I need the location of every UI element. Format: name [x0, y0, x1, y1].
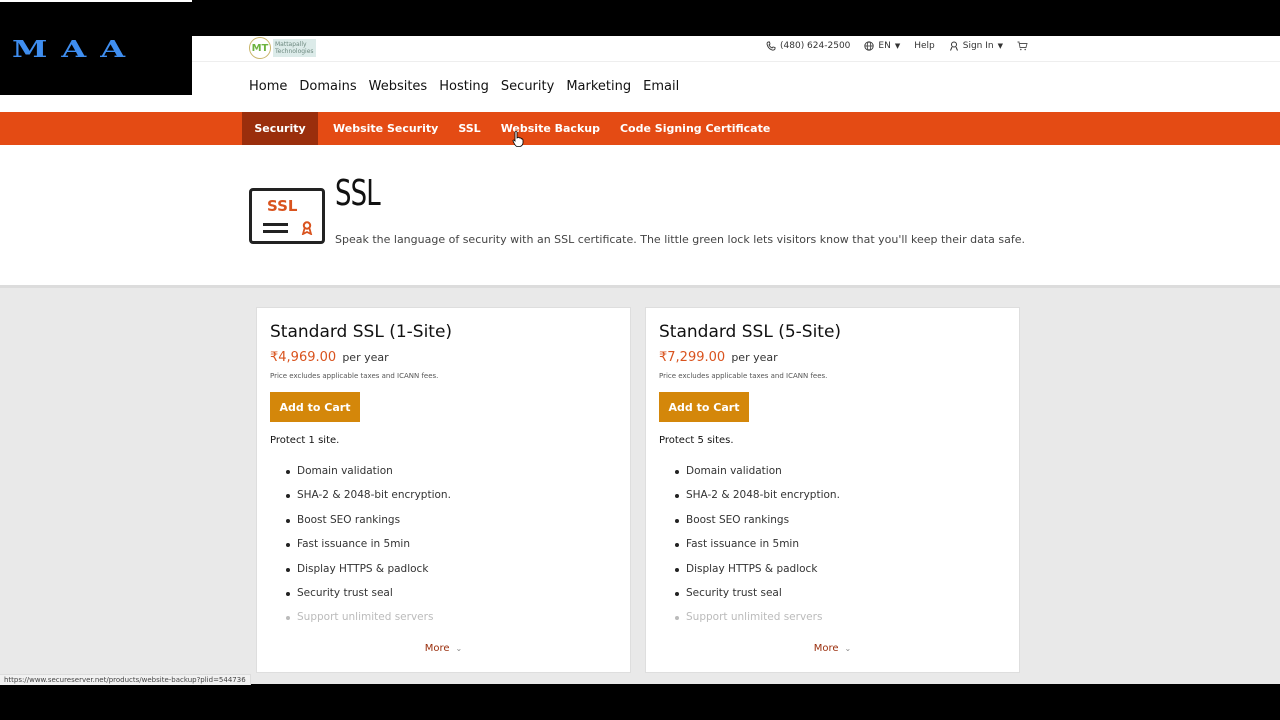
feature-item: Boost SEO rankings	[286, 514, 451, 538]
price-note: Price excludes applicable taxes and ICAN…	[270, 372, 439, 380]
subnav-website-security[interactable]: Website Security	[333, 112, 438, 145]
feature-item: Domain validation	[286, 465, 451, 489]
utility-bar: MT Mattapally Technologies (480) 624-250…	[0, 36, 1280, 62]
help-link[interactable]: Help	[914, 41, 935, 51]
protect-summary: Protect 5 sites.	[659, 435, 734, 446]
divider	[263, 223, 288, 226]
caret-down-icon: ▼	[997, 42, 1003, 50]
nav-websites[interactable]: Websites	[369, 79, 428, 94]
price-value: ₹7,299.00	[659, 350, 726, 365]
price-note: Price excludes applicable taxes and ICAN…	[659, 372, 828, 380]
nav-marketing[interactable]: Marketing	[566, 79, 631, 94]
product-title: Standard SSL (5-Site)	[659, 322, 842, 342]
nav-domains[interactable]: Domains	[299, 79, 356, 94]
utility-links: (480) 624-2500 EN ▼ Help Sign In ▼	[766, 41, 1028, 51]
feature-item: Support unlimited servers	[675, 611, 840, 635]
feature-item: SHA-2 & 2048-bit encryption.	[675, 489, 840, 513]
cart-icon	[1017, 41, 1028, 51]
nav-home[interactable]: Home	[249, 79, 287, 94]
chevron-down-icon: ⌄	[455, 644, 463, 653]
main-nav: Home Domains Websites Hosting Security M…	[0, 62, 1280, 112]
subnav-ssl[interactable]: SSL	[458, 112, 481, 152]
ssl-certificate-icon: SSL	[249, 188, 325, 244]
product-title: Standard SSL (1-Site)	[270, 322, 453, 342]
chevron-down-icon: ⌄	[844, 644, 852, 653]
price-period: per year	[342, 351, 389, 364]
logo-mark: MT	[249, 37, 271, 59]
logo-line-1: Mattapally	[275, 41, 307, 48]
feature-item: SHA-2 & 2048-bit encryption.	[286, 489, 451, 513]
subnav-code-signing[interactable]: Code Signing Certificate	[620, 112, 770, 145]
price-value: ₹4,969.00	[270, 350, 337, 365]
caret-down-icon: ▼	[894, 42, 901, 50]
feature-item: Security trust seal	[286, 587, 451, 611]
page-hero: SSL SSL Speak the language of security w…	[0, 145, 1280, 288]
subnav-section-security[interactable]: Security	[242, 112, 318, 145]
divider	[263, 230, 288, 233]
sub-nav: Security Website Security SSL Website Ba…	[0, 112, 1280, 152]
nav-hosting[interactable]: Hosting	[439, 79, 489, 94]
feature-item: Domain validation	[675, 465, 840, 489]
price-period: per year	[731, 351, 778, 364]
product-card: Standard SSL (1-Site) ₹4,969.00 per year…	[256, 307, 631, 673]
feature-item: Boost SEO rankings	[675, 514, 840, 538]
feature-item: Display HTTPS & padlock	[675, 563, 840, 587]
feature-item: Support unlimited servers	[286, 611, 451, 635]
product-price: ₹4,969.00 per year	[270, 350, 389, 365]
phone-link[interactable]: (480) 624-2500	[766, 41, 850, 51]
more-label: More	[424, 643, 450, 654]
feature-list: Domain validation SHA-2 & 2048-bit encry…	[286, 465, 451, 636]
phone-number: (480) 624-2500	[780, 41, 851, 51]
feature-item: Fast issuance in 5min	[286, 538, 451, 562]
page-title: SSL	[335, 173, 381, 214]
more-toggle[interactable]: More ⌄	[257, 643, 630, 654]
nav-email[interactable]: Email	[643, 79, 679, 94]
ssl-icon-text: SSL	[267, 197, 298, 215]
product-price: ₹7,299.00 per year	[659, 350, 778, 365]
sign-in-label: Sign In	[962, 41, 994, 51]
add-to-cart-button[interactable]: Add to Cart	[659, 392, 749, 422]
letterbox-top	[0, 0, 1280, 36]
feature-item: Security trust seal	[675, 587, 840, 611]
feature-item: Fast issuance in 5min	[675, 538, 840, 562]
add-to-cart-button[interactable]: Add to Cart	[270, 392, 360, 422]
protect-summary: Protect 1 site.	[270, 435, 340, 446]
help-label: Help	[914, 41, 935, 51]
language-selector[interactable]: EN ▼	[864, 41, 900, 51]
browser-status-bar: https://www.secureserver.net/products/we…	[0, 674, 251, 685]
user-icon	[949, 41, 958, 51]
more-label: More	[813, 643, 839, 654]
globe-icon	[864, 41, 875, 51]
logo-text: Mattapally Technologies	[273, 39, 316, 57]
cart-button[interactable]	[1017, 41, 1028, 51]
watermark-logo: MAA	[0, 2, 192, 95]
sign-in-menu[interactable]: Sign In ▼	[949, 41, 1003, 51]
hand-cursor-icon	[512, 131, 524, 147]
phone-icon	[766, 41, 776, 51]
brand-logo[interactable]: MT Mattapally Technologies	[249, 37, 316, 59]
more-toggle[interactable]: More ⌄	[646, 643, 1019, 654]
nav-security[interactable]: Security	[501, 79, 554, 94]
letterbox-bottom	[0, 684, 1280, 720]
product-card: Standard SSL (5-Site) ₹7,299.00 per year…	[645, 307, 1020, 673]
page-subtitle: Speak the language of security with an S…	[335, 233, 1025, 246]
logo-line-2: Technologies	[275, 48, 314, 55]
language-label: EN	[878, 41, 891, 51]
watermark-text: MAA	[12, 34, 140, 63]
feature-item: Display HTTPS & padlock	[286, 563, 451, 587]
browser-viewport: MT Mattapally Technologies (480) 624-250…	[0, 36, 1280, 684]
feature-list: Domain validation SHA-2 & 2048-bit encry…	[675, 465, 840, 636]
award-ribbon-icon	[301, 221, 313, 235]
